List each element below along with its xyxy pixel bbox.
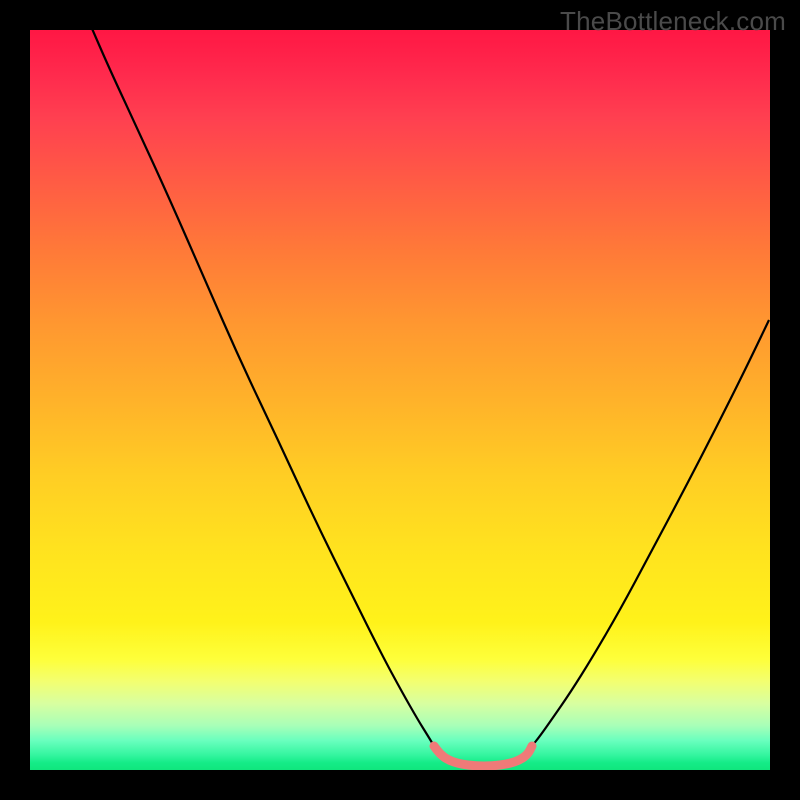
- chart-frame: TheBottleneck.com: [0, 0, 800, 800]
- curve-layer: [30, 30, 770, 770]
- plot-area: [30, 30, 770, 770]
- valley-marker-path: [434, 746, 532, 766]
- right-curve-path: [532, 320, 769, 746]
- watermark-text: TheBottleneck.com: [560, 6, 786, 37]
- left-curve-path: [90, 30, 434, 746]
